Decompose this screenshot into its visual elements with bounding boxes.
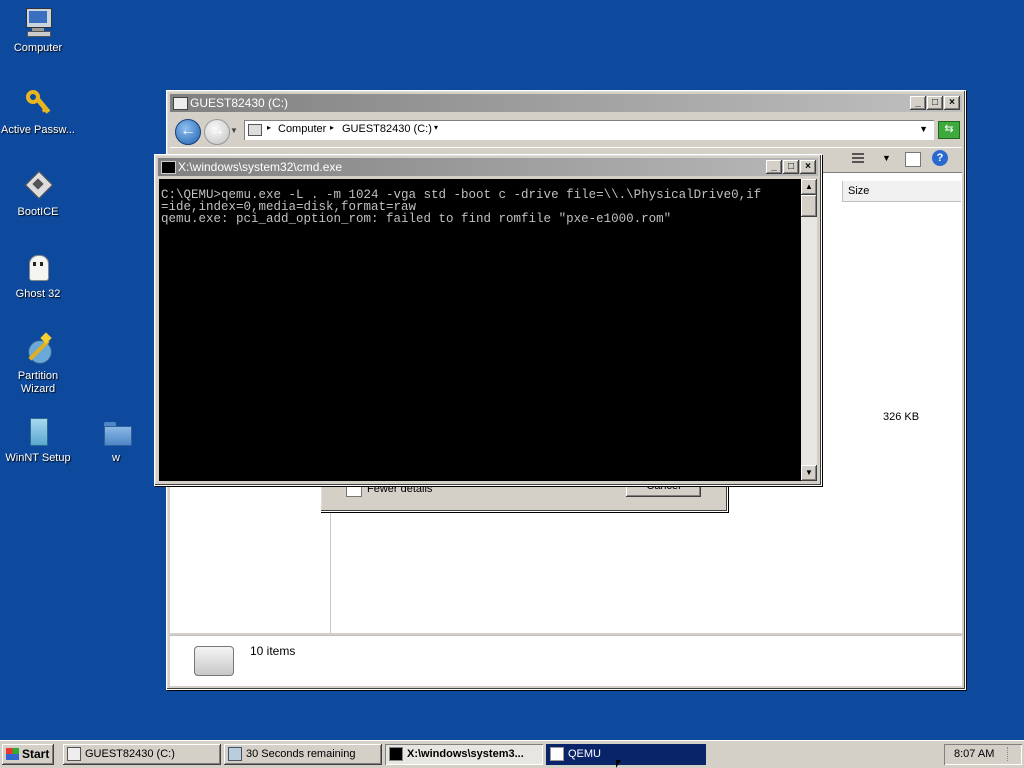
clock[interactable]: 8:07 AM <box>954 748 994 760</box>
preview-pane-icon[interactable] <box>905 152 921 167</box>
drive-icon <box>248 124 262 136</box>
system-tray: 8:07 AM <box>944 744 1022 765</box>
breadcrumb-computer[interactable]: Computer <box>278 123 326 135</box>
mouse-cursor <box>616 760 621 768</box>
drive-icon <box>173 97 188 110</box>
status-item-count: 10 items <box>250 644 296 658</box>
wand-icon <box>22 332 54 366</box>
copy-icon <box>228 747 242 761</box>
desktop-icon-active-password[interactable]: Active Passw... <box>0 88 76 137</box>
drive-icon <box>67 747 81 761</box>
breadcrumb-chevron-icon[interactable]: ▸ <box>330 123 334 132</box>
document-icon <box>550 747 564 761</box>
desktop-icon-label: Partition Wizard <box>17 370 59 395</box>
desktop-icon-label: BootICE <box>17 206 59 218</box>
taskbar-item-copy-progress[interactable]: 30 Seconds remaining <box>224 744 382 765</box>
drive-large-icon <box>194 646 234 676</box>
navigation-bar: ← → ▼ ▸ Computer ▸ GUEST82430 (C:) ▾ ▼ ⇆ <box>170 115 962 145</box>
console-line: qemu.exe: pci_add_option_rom: failed to … <box>161 212 672 226</box>
address-bar[interactable]: ▸ Computer ▸ GUEST82430 (C:) ▾ ▼ <box>244 120 934 140</box>
scroll-thumb[interactable] <box>801 195 817 217</box>
maximize-button[interactable]: □ <box>927 96 943 110</box>
desktop-icon-label: w <box>112 452 120 464</box>
details-pane: 10 items <box>170 635 962 686</box>
desktop-icon-computer[interactable]: Computer <box>0 6 76 55</box>
views-icon[interactable] <box>852 153 864 165</box>
breadcrumb-drive[interactable]: GUEST82430 (C:) <box>342 123 432 135</box>
refresh-button[interactable]: ⇆ <box>938 121 960 139</box>
back-button[interactable]: ← <box>175 119 201 145</box>
history-dropdown-icon[interactable]: ▼ <box>230 126 238 135</box>
cmd-titlebar[interactable]: X:\windows\system32\cmd.exe _ □ × <box>158 158 818 176</box>
column-header-size[interactable]: Size <box>842 181 961 202</box>
taskbar-item-qemu[interactable]: QEMU <box>546 744 706 765</box>
cmd-window[interactable]: X:\windows\system32\cmd.exe _ □ × C:\QEM… <box>154 154 822 486</box>
desktop-icon-bootice[interactable]: BootICE <box>0 170 76 219</box>
start-button[interactable]: Start <box>2 744 54 765</box>
desktop-icon-folder-w[interactable]: w <box>78 416 154 465</box>
close-button[interactable]: × <box>944 96 960 110</box>
scroll-down-button[interactable]: ▼ <box>801 465 817 481</box>
desktop-icon-label: Active Passw... <box>1 124 75 136</box>
taskbar-item-cmd[interactable]: X:\windows\system3... <box>385 744 543 765</box>
close-button[interactable]: × <box>800 160 816 174</box>
breadcrumb-chevron-icon[interactable]: ▸ <box>267 123 271 132</box>
desktop-icon-label: Computer <box>13 42 63 54</box>
address-dropdown-icon[interactable]: ▼ <box>919 124 928 134</box>
taskbar: Start GUEST82430 (C:) 30 Seconds remaini… <box>0 740 1024 768</box>
cmd-icon <box>389 747 403 761</box>
desktop-icon-winnt-setup[interactable]: WinNT Setup <box>0 416 76 465</box>
minimize-button[interactable]: _ <box>910 96 926 110</box>
minimize-button[interactable]: _ <box>766 160 782 174</box>
tray-grip <box>1007 747 1016 761</box>
forward-button[interactable]: → <box>204 119 230 145</box>
desktop-icon-label: Ghost 32 <box>15 288 61 300</box>
key-icon <box>22 88 54 120</box>
explorer-titlebar[interactable]: GUEST82430 (C:) _ □ × <box>170 94 962 112</box>
console-output[interactable]: C:\QEMU>qemu.exe -L . -m 1024 -vga std -… <box>159 179 801 481</box>
scroll-up-button[interactable]: ▲ <box>801 179 817 195</box>
explorer-title: GUEST82430 (C:) <box>190 96 289 110</box>
cmd-title: X:\windows\system32\cmd.exe <box>178 160 343 174</box>
views-dropdown-icon[interactable]: ▼ <box>882 153 891 163</box>
help-icon[interactable]: ? <box>932 150 948 166</box>
setup-icon <box>22 416 54 448</box>
ghost-icon <box>22 252 54 284</box>
desktop-icon-ghost32[interactable]: Ghost 32 <box>0 252 76 301</box>
maximize-button[interactable]: □ <box>783 160 799 174</box>
computer-icon <box>22 6 54 38</box>
desktop-icon-partition-wizard[interactable]: Partition Wizard <box>0 332 76 396</box>
windows-logo-icon <box>6 748 19 760</box>
desktop-icon-label: WinNT Setup <box>5 452 71 464</box>
bootice-icon <box>22 170 54 202</box>
folder-icon <box>100 416 132 448</box>
cmd-icon <box>161 161 176 174</box>
taskbar-item-explorer[interactable]: GUEST82430 (C:) <box>63 744 221 765</box>
breadcrumb-chevron-icon[interactable]: ▾ <box>434 123 438 132</box>
vertical-scrollbar[interactable]: ▲ ▼ <box>801 179 817 481</box>
file-size-cell: 326 KB <box>883 411 920 423</box>
